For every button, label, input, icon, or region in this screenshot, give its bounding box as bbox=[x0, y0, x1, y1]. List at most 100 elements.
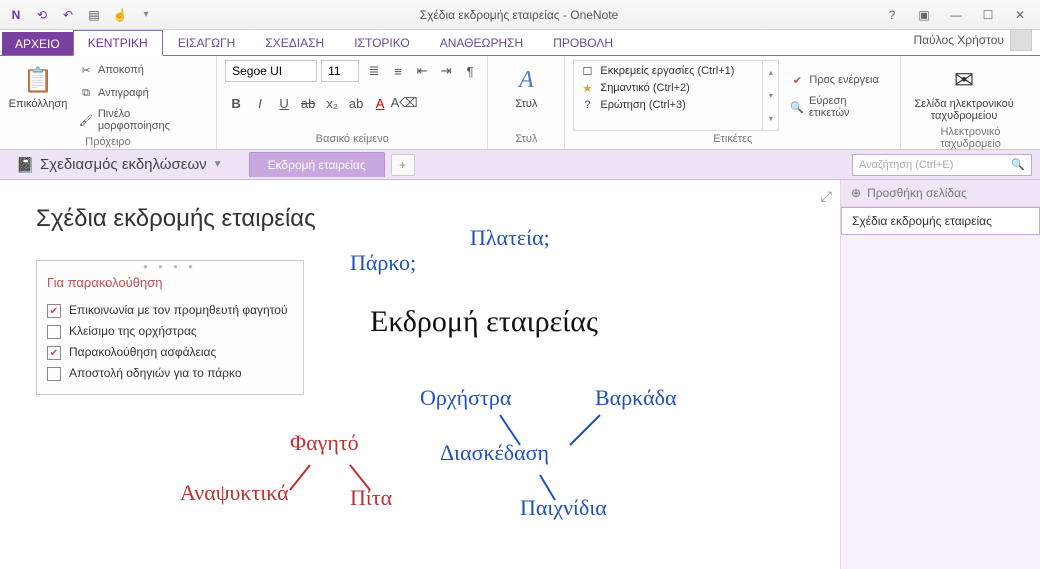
ribbon-display-button[interactable]: ▣ bbox=[912, 5, 936, 25]
numbering-button[interactable]: ≡ bbox=[387, 60, 409, 82]
tag-todo[interactable]: ☐Εκκρεμείς εργασίες (Ctrl+1) bbox=[576, 63, 760, 79]
help-button[interactable]: ? bbox=[880, 5, 904, 25]
section-tab-bar: 📓 Σχεδιασμός εκδηλώσεων ▼ Εκδρομή εταιρε… bbox=[0, 150, 1040, 180]
paste-button[interactable]: 📋 Επικόλληση bbox=[8, 60, 68, 134]
section-tab[interactable]: Εκδρομή εταιρείας bbox=[249, 152, 385, 177]
star-icon: ★ bbox=[580, 81, 594, 95]
followup-item[interactable]: Αποστολή οδηγιών για το πάρκο bbox=[47, 363, 293, 384]
italic-button[interactable]: I bbox=[249, 92, 271, 114]
font-size-input[interactable] bbox=[321, 60, 359, 82]
envelope-icon: ✉ bbox=[946, 62, 982, 98]
highlight-button[interactable]: ab bbox=[345, 92, 367, 114]
ink-diaskedasi[interactable]: Διασκέδαση bbox=[440, 440, 549, 466]
notebook-picker[interactable]: 📓 Σχεδιασμός εκδηλώσεων ▼ bbox=[8, 154, 231, 176]
group-email: ✉ Σελίδα ηλεκτρονικού ταχυδρομείου Ηλεκτ… bbox=[901, 56, 1040, 149]
checkbox-icon[interactable] bbox=[47, 325, 61, 339]
format-painter-button[interactable]: 🖌Πινέλο μορφοποίησης bbox=[74, 106, 208, 134]
user-account[interactable]: Παύλος Χρήστου bbox=[906, 25, 1040, 55]
to-do-tag-button[interactable]: ✔Προς ενέργεια bbox=[785, 70, 892, 90]
quick-access-toolbar: N ⟲ ↶ ▤ ☝ ▾ bbox=[4, 3, 158, 27]
followup-item[interactable]: ✔Επικοινωνία με τον προμηθευτή φαγητού bbox=[47, 300, 293, 321]
check-icon: ✔ bbox=[789, 72, 805, 88]
search-input[interactable]: Αναζήτηση (Ctrl+E) 🔍 bbox=[852, 154, 1032, 176]
brush-icon: 🖌 bbox=[78, 112, 94, 128]
touch-mode-button[interactable]: ☝ bbox=[108, 3, 132, 27]
ink-pita[interactable]: Πίτα bbox=[350, 485, 392, 511]
bullets-button[interactable]: ≣ bbox=[363, 60, 385, 82]
indent-left-button[interactable]: ⇤ bbox=[411, 60, 433, 82]
bold-button[interactable]: B bbox=[225, 92, 247, 114]
group-styles: A Στυλ Στυλ bbox=[488, 56, 565, 149]
paragraph-button[interactable]: ¶ bbox=[459, 60, 481, 82]
styles-button[interactable]: A Στυλ bbox=[496, 60, 556, 131]
tab-file[interactable]: ΑΡΧΕΙΟ bbox=[2, 32, 73, 55]
tab-view[interactable]: ΠΡΟΒΟΛΗ bbox=[538, 30, 628, 55]
ink-orchistra[interactable]: Ορχήστρα bbox=[420, 385, 511, 411]
followup-item[interactable]: Κλείσιμο της ορχήστρας bbox=[47, 321, 293, 342]
qat-customize-button[interactable]: ▾ bbox=[134, 3, 158, 27]
subscript-button[interactable]: x₂ bbox=[321, 92, 343, 114]
plus-circle-icon: ⊕ bbox=[851, 186, 861, 200]
maximize-button[interactable]: ☐ bbox=[976, 5, 1000, 25]
group-clipboard: 📋 Επικόλληση ✂Αποκοπή ⧉Αντιγραφή 🖌Πινέλο… bbox=[0, 56, 217, 149]
checkbox-icon[interactable] bbox=[47, 367, 61, 381]
copy-icon: ⧉ bbox=[78, 85, 94, 101]
font-color-button[interactable]: A bbox=[369, 92, 391, 114]
page-list-panel: ⊕ Προσθήκη σελίδας Σχέδια εκδρομής εταιρ… bbox=[840, 180, 1040, 569]
tag-gallery-scroll[interactable]: ▴▾▾ bbox=[763, 60, 779, 131]
group-email-label: Ηλεκτρονικό ταχυδρομείο bbox=[909, 124, 1032, 152]
indent-right-button[interactable]: ⇥ bbox=[435, 60, 457, 82]
copy-button[interactable]: ⧉Αντιγραφή bbox=[74, 83, 208, 103]
cut-button[interactable]: ✂Αποκοπή bbox=[74, 60, 208, 80]
title-bar: N ⟲ ↶ ▤ ☝ ▾ Σχέδια εκδρομής εταιρείας - … bbox=[0, 0, 1040, 30]
search-icon: 🔍 bbox=[1011, 158, 1025, 171]
container-grip[interactable]: ● ● ● ● bbox=[37, 261, 303, 271]
notebook-name: Σχεδιασμός εκδηλώσεων bbox=[40, 156, 207, 173]
find-tags-button[interactable]: 🔍Εύρεση ετικετών bbox=[785, 93, 892, 121]
back-button[interactable]: ⟲ bbox=[30, 3, 54, 27]
ink-plateia[interactable]: Πλατεία; bbox=[470, 225, 550, 251]
tag-question[interactable]: ?Ερώτηση (Ctrl+3) bbox=[576, 97, 760, 113]
ink-ekdromi[interactable]: Εκδρομή εταιρείας bbox=[370, 305, 598, 339]
group-basic-text: ≣ ≡ ⇤ ⇥ ¶ B I U ab x₂ ab A A⌫ Βασικό κεί… bbox=[217, 56, 488, 149]
group-tags: ☐Εκκρεμείς εργασίες (Ctrl+1) ★Σημαντικό … bbox=[565, 56, 901, 149]
strikethrough-button[interactable]: ab bbox=[297, 92, 319, 114]
page-canvas[interactable]: ⤢ Σχέδια εκδρομής εταιρείας ● ● ● ● Για … bbox=[0, 180, 840, 569]
page-title[interactable]: Σχέδια εκδρομής εταιρείας bbox=[36, 205, 316, 233]
ink-parko[interactable]: Πάρκο; bbox=[350, 250, 416, 276]
page-list-item[interactable]: Σχέδια εκδρομής εταιρείας bbox=[841, 207, 1040, 235]
font-name-input[interactable] bbox=[225, 60, 317, 82]
ink-paichnidia[interactable]: Παιχνίδια bbox=[520, 495, 607, 521]
clear-formatting-button[interactable]: A⌫ bbox=[393, 92, 415, 114]
email-page-button[interactable]: ✉ Σελίδα ηλεκτρονικού ταχυδρομείου bbox=[909, 60, 1019, 124]
dock-button[interactable]: ▤ bbox=[82, 3, 106, 27]
tab-insert[interactable]: ΕΙΣΑΓΩΓΗ bbox=[163, 30, 251, 55]
window-title: Σχέδια εκδρομής εταιρείας - OneNote bbox=[158, 8, 880, 22]
ink-varkada[interactable]: Βαρκάδα bbox=[595, 385, 677, 411]
tab-home[interactable]: ΚΕΝΤΡΙΚΗ bbox=[73, 30, 163, 56]
tab-review[interactable]: ΑΝΑΘΕΩΡΗΣΗ bbox=[425, 30, 538, 55]
add-section-button[interactable]: + bbox=[391, 154, 415, 176]
underline-button[interactable]: U bbox=[273, 92, 295, 114]
minimize-button[interactable]: — bbox=[944, 5, 968, 25]
ink-anapsyktika[interactable]: Αναψυκτικά bbox=[180, 480, 289, 506]
avatar-icon bbox=[1010, 29, 1032, 51]
ink-fagito[interactable]: Φαγητό bbox=[290, 430, 359, 456]
content-area: ⤢ Σχέδια εκδρομής εταιρείας ● ● ● ● Για … bbox=[0, 180, 1040, 569]
fullpage-toggle-icon[interactable]: ⤢ bbox=[821, 188, 832, 205]
tag-important[interactable]: ★Σημαντικό (Ctrl+2) bbox=[576, 80, 760, 96]
checkbox-icon[interactable]: ✔ bbox=[47, 304, 61, 318]
add-page-button[interactable]: ⊕ Προσθήκη σελίδας bbox=[841, 180, 1040, 207]
checkbox-icon[interactable]: ✔ bbox=[47, 346, 61, 360]
user-name: Παύλος Χρήστου bbox=[914, 33, 1005, 47]
tab-draw[interactable]: ΣΧΕΔΙΑΣΗ bbox=[250, 30, 339, 55]
followup-item[interactable]: ✔Παρακολούθηση ασφάλειας bbox=[47, 342, 293, 363]
tab-history[interactable]: ΙΣΤΟΡΙΚΟ bbox=[339, 30, 425, 55]
question-icon: ? bbox=[580, 98, 594, 112]
ribbon: 📋 Επικόλληση ✂Αποκοπή ⧉Αντιγραφή 🖌Πινέλο… bbox=[0, 56, 1040, 150]
undo-button[interactable]: ↶ bbox=[56, 3, 80, 27]
close-button[interactable]: ✕ bbox=[1008, 5, 1032, 25]
onenote-icon[interactable]: N bbox=[4, 3, 28, 27]
followup-container[interactable]: ● ● ● ● Για παρακολούθηση ✔Επικοινωνία μ… bbox=[36, 260, 304, 395]
tag-gallery[interactable]: ☐Εκκρεμείς εργασίες (Ctrl+1) ★Σημαντικό … bbox=[573, 60, 763, 131]
